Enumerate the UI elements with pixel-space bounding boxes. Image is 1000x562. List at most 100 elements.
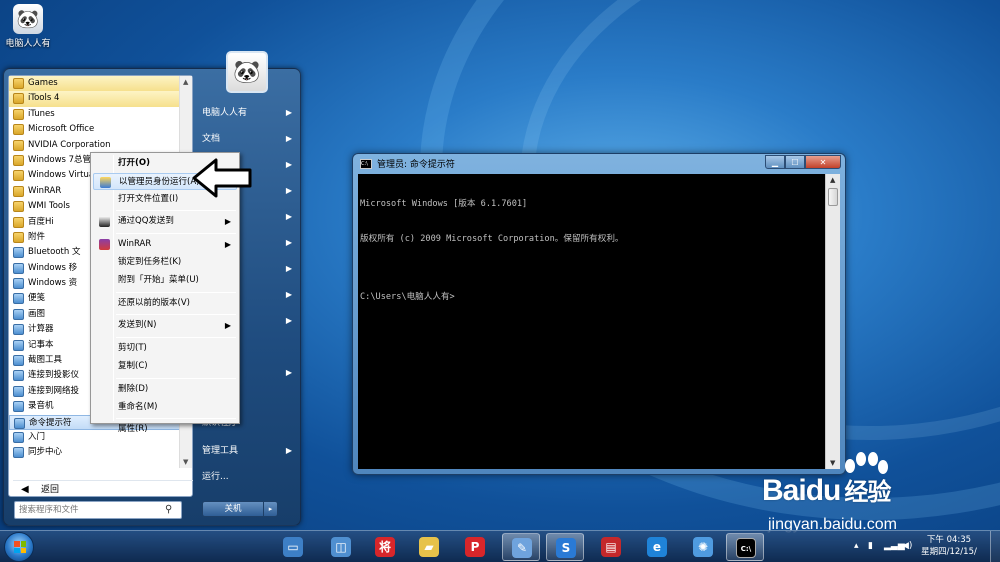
program-label: iTunes <box>28 108 55 119</box>
context-menu-item[interactable]: 发送到(N) ▶ <box>93 317 237 334</box>
menu-separator <box>116 291 236 293</box>
baidu-logo-du: du <box>805 474 842 507</box>
taskbar-button-pdf-app[interactable]: ▤ <box>592 533 630 561</box>
program-label: Windows 7总管 <box>28 154 92 165</box>
chevron-right-icon: ▶ <box>285 290 292 299</box>
program-icon <box>13 308 24 320</box>
program-label: Windows Virtua <box>28 170 95 181</box>
program-folder-item[interactable]: iTools 4 <box>9 91 181 107</box>
back-button[interactable]: ◀ 返回 <box>13 480 193 498</box>
folder-icon <box>13 139 24 151</box>
right-panel-item[interactable]: 文档 ▶ <box>198 129 298 149</box>
cmd-window[interactable]: C:\ 管理员: 命令提示符 ▁ ☐ ✕ Microsoft Windows [… <box>352 153 846 475</box>
right-panel-item[interactable]: 运行... <box>198 467 298 487</box>
program-folder-item[interactable]: Microsoft Office <box>9 122 181 137</box>
program-item[interactable]: 同步中心 <box>9 445 181 460</box>
program-icon <box>13 293 24 305</box>
baidu-logo-jingyan: 经验 <box>844 479 891 506</box>
context-menu-item[interactable]: 重命名(M) <box>93 399 237 416</box>
desktop-icon-user-folder[interactable]: 🐼 电脑人人有 <box>4 4 52 49</box>
context-menu-label: 属性(R) <box>118 424 148 435</box>
show-desktop-button[interactable] <box>990 531 1000 562</box>
taskbar-button-network-app[interactable]: ◫ <box>322 533 360 561</box>
program-label: Games <box>28 78 58 88</box>
ie-icon: e <box>647 537 667 557</box>
program-label: 入门 <box>28 431 46 442</box>
chevron-right-icon: ▶ <box>285 212 292 221</box>
menu-separator <box>116 337 236 339</box>
submenu-arrow-icon: ▶ <box>224 217 231 227</box>
context-menu-item[interactable]: 附到「开始」菜单(U) <box>93 272 237 289</box>
program-folder-item[interactable]: Games <box>9 76 181 92</box>
search-icon[interactable]: ⚲ <box>165 504 177 516</box>
context-menu-item[interactable]: 复制(C) <box>93 358 237 375</box>
folder-icon <box>13 170 24 182</box>
context-menu-label: 附到「开始」菜单(U) <box>118 274 199 285</box>
desktop-icon-label: 电脑人人有 <box>5 39 51 49</box>
user-avatar[interactable]: 🐼 <box>226 51 268 93</box>
cmd-titlebar[interactable]: C:\ 管理员: 命令提示符 ▁ ☐ ✕ <box>353 154 845 174</box>
scroll-down-icon[interactable]: ▼ <box>183 458 188 466</box>
taskbar-button-paint-app[interactable]: ✎ <box>502 533 540 561</box>
cmd-scrollbar[interactable]: ▲ ▼ <box>825 174 840 469</box>
tray-expand-icon[interactable]: ▴ <box>854 541 859 551</box>
chevron-right-icon: ▶ <box>285 238 292 247</box>
system-tray: ▴ ▮ ▂▃▅ ◀) 下午 04:35 星期四/12/15/ <box>850 531 1000 562</box>
paint-icon: ✎ <box>512 538 532 558</box>
right-panel-item[interactable]: 管理工具 ▶ <box>198 441 298 461</box>
taskbar-button-cmd-app[interactable]: C:\ <box>726 533 764 561</box>
chevron-right-icon: ▶ <box>285 368 292 377</box>
scrollbar-thumb[interactable] <box>828 188 838 206</box>
tray-device-icon[interactable]: ▮ <box>868 541 873 551</box>
scroll-up-icon[interactable]: ▲ <box>830 176 835 184</box>
shield-icon <box>100 176 111 188</box>
taskbar-button-folder-app[interactable]: ▰ <box>410 533 448 561</box>
context-menu-item[interactable]: 属性(R) <box>93 421 237 438</box>
chevron-right-icon: ▶ <box>285 316 292 325</box>
program-label: Windows 资 <box>28 278 78 289</box>
maximize-button[interactable]: ☐ <box>785 155 805 169</box>
context-menu-label: 还原以前的版本(V) <box>118 297 190 308</box>
folder-icon <box>13 78 24 89</box>
program-label: WinRAR <box>28 185 62 196</box>
program-label: 连接到投影仪 <box>28 370 80 381</box>
shutdown-button[interactable]: 关机 <box>202 501 264 517</box>
taskbar-button-s-app[interactable]: S <box>546 533 584 561</box>
close-button[interactable]: ✕ <box>805 155 841 169</box>
program-label: 命令提示符 <box>29 417 72 428</box>
cmd-console[interactable]: Microsoft Windows [版本 6.1.7601] 版权所有 (c)… <box>358 174 840 469</box>
taskbar-button-ie-app[interactable]: e <box>638 533 676 561</box>
right-panel-item[interactable]: 电脑人人有 ▶ <box>198 103 298 123</box>
context-menu-item[interactable]: 锁定到任务栏(K) <box>93 254 237 271</box>
context-menu-item[interactable]: WinRAR ▶ <box>93 236 237 253</box>
shutdown-options-button[interactable]: ▸ <box>264 501 278 517</box>
chevron-right-icon: ▶ <box>285 446 292 455</box>
taskbar-button-desktop-preview-app[interactable]: ▭ <box>274 533 312 561</box>
volume-icon[interactable]: ◀) <box>902 541 912 551</box>
taskbar-button-p-app[interactable]: P <box>456 533 494 561</box>
program-folder-item[interactable]: NVIDIA Corporation <box>9 138 181 153</box>
context-menu-item[interactable]: 还原以前的版本(V) <box>93 295 237 312</box>
right-panel-label: 文档 <box>202 134 221 144</box>
clock-time: 下午 04:35 <box>926 535 972 545</box>
context-menu-item[interactable]: 删除(D) <box>93 381 237 398</box>
start-search-box[interactable]: ⚲ <box>14 501 182 519</box>
p-icon: P <box>465 537 485 557</box>
submenu-arrow-icon: ▶ <box>224 321 231 331</box>
cmd-prompt: C:\Users\电脑人人有> <box>360 291 455 302</box>
taskbar-button-chinese-chess-app[interactable]: 将 <box>366 533 404 561</box>
search-input[interactable] <box>15 502 155 518</box>
program-folder-item[interactable]: iTunes <box>9 107 181 122</box>
minimize-button[interactable]: ▁ <box>765 155 785 169</box>
folder-icon <box>13 108 24 120</box>
start-button[interactable] <box>4 532 34 562</box>
context-menu-item[interactable]: 通过QQ发送到 ▶ <box>93 213 237 230</box>
taskbar-button-gear-app[interactable]: ✺ <box>684 533 722 561</box>
context-menu-item[interactable]: 剪切(T) <box>93 340 237 357</box>
scroll-up-icon[interactable]: ▲ <box>183 78 188 86</box>
qq-icon <box>99 216 110 228</box>
chevron-right-icon: ▶ <box>285 108 292 117</box>
clock[interactable]: 下午 04:35 星期四/12/15/ <box>914 534 984 558</box>
cmd-output: Microsoft Windows [版本 6.1.7601] 版权所有 (c)… <box>360 176 824 327</box>
windows-logo-icon <box>14 541 26 553</box>
